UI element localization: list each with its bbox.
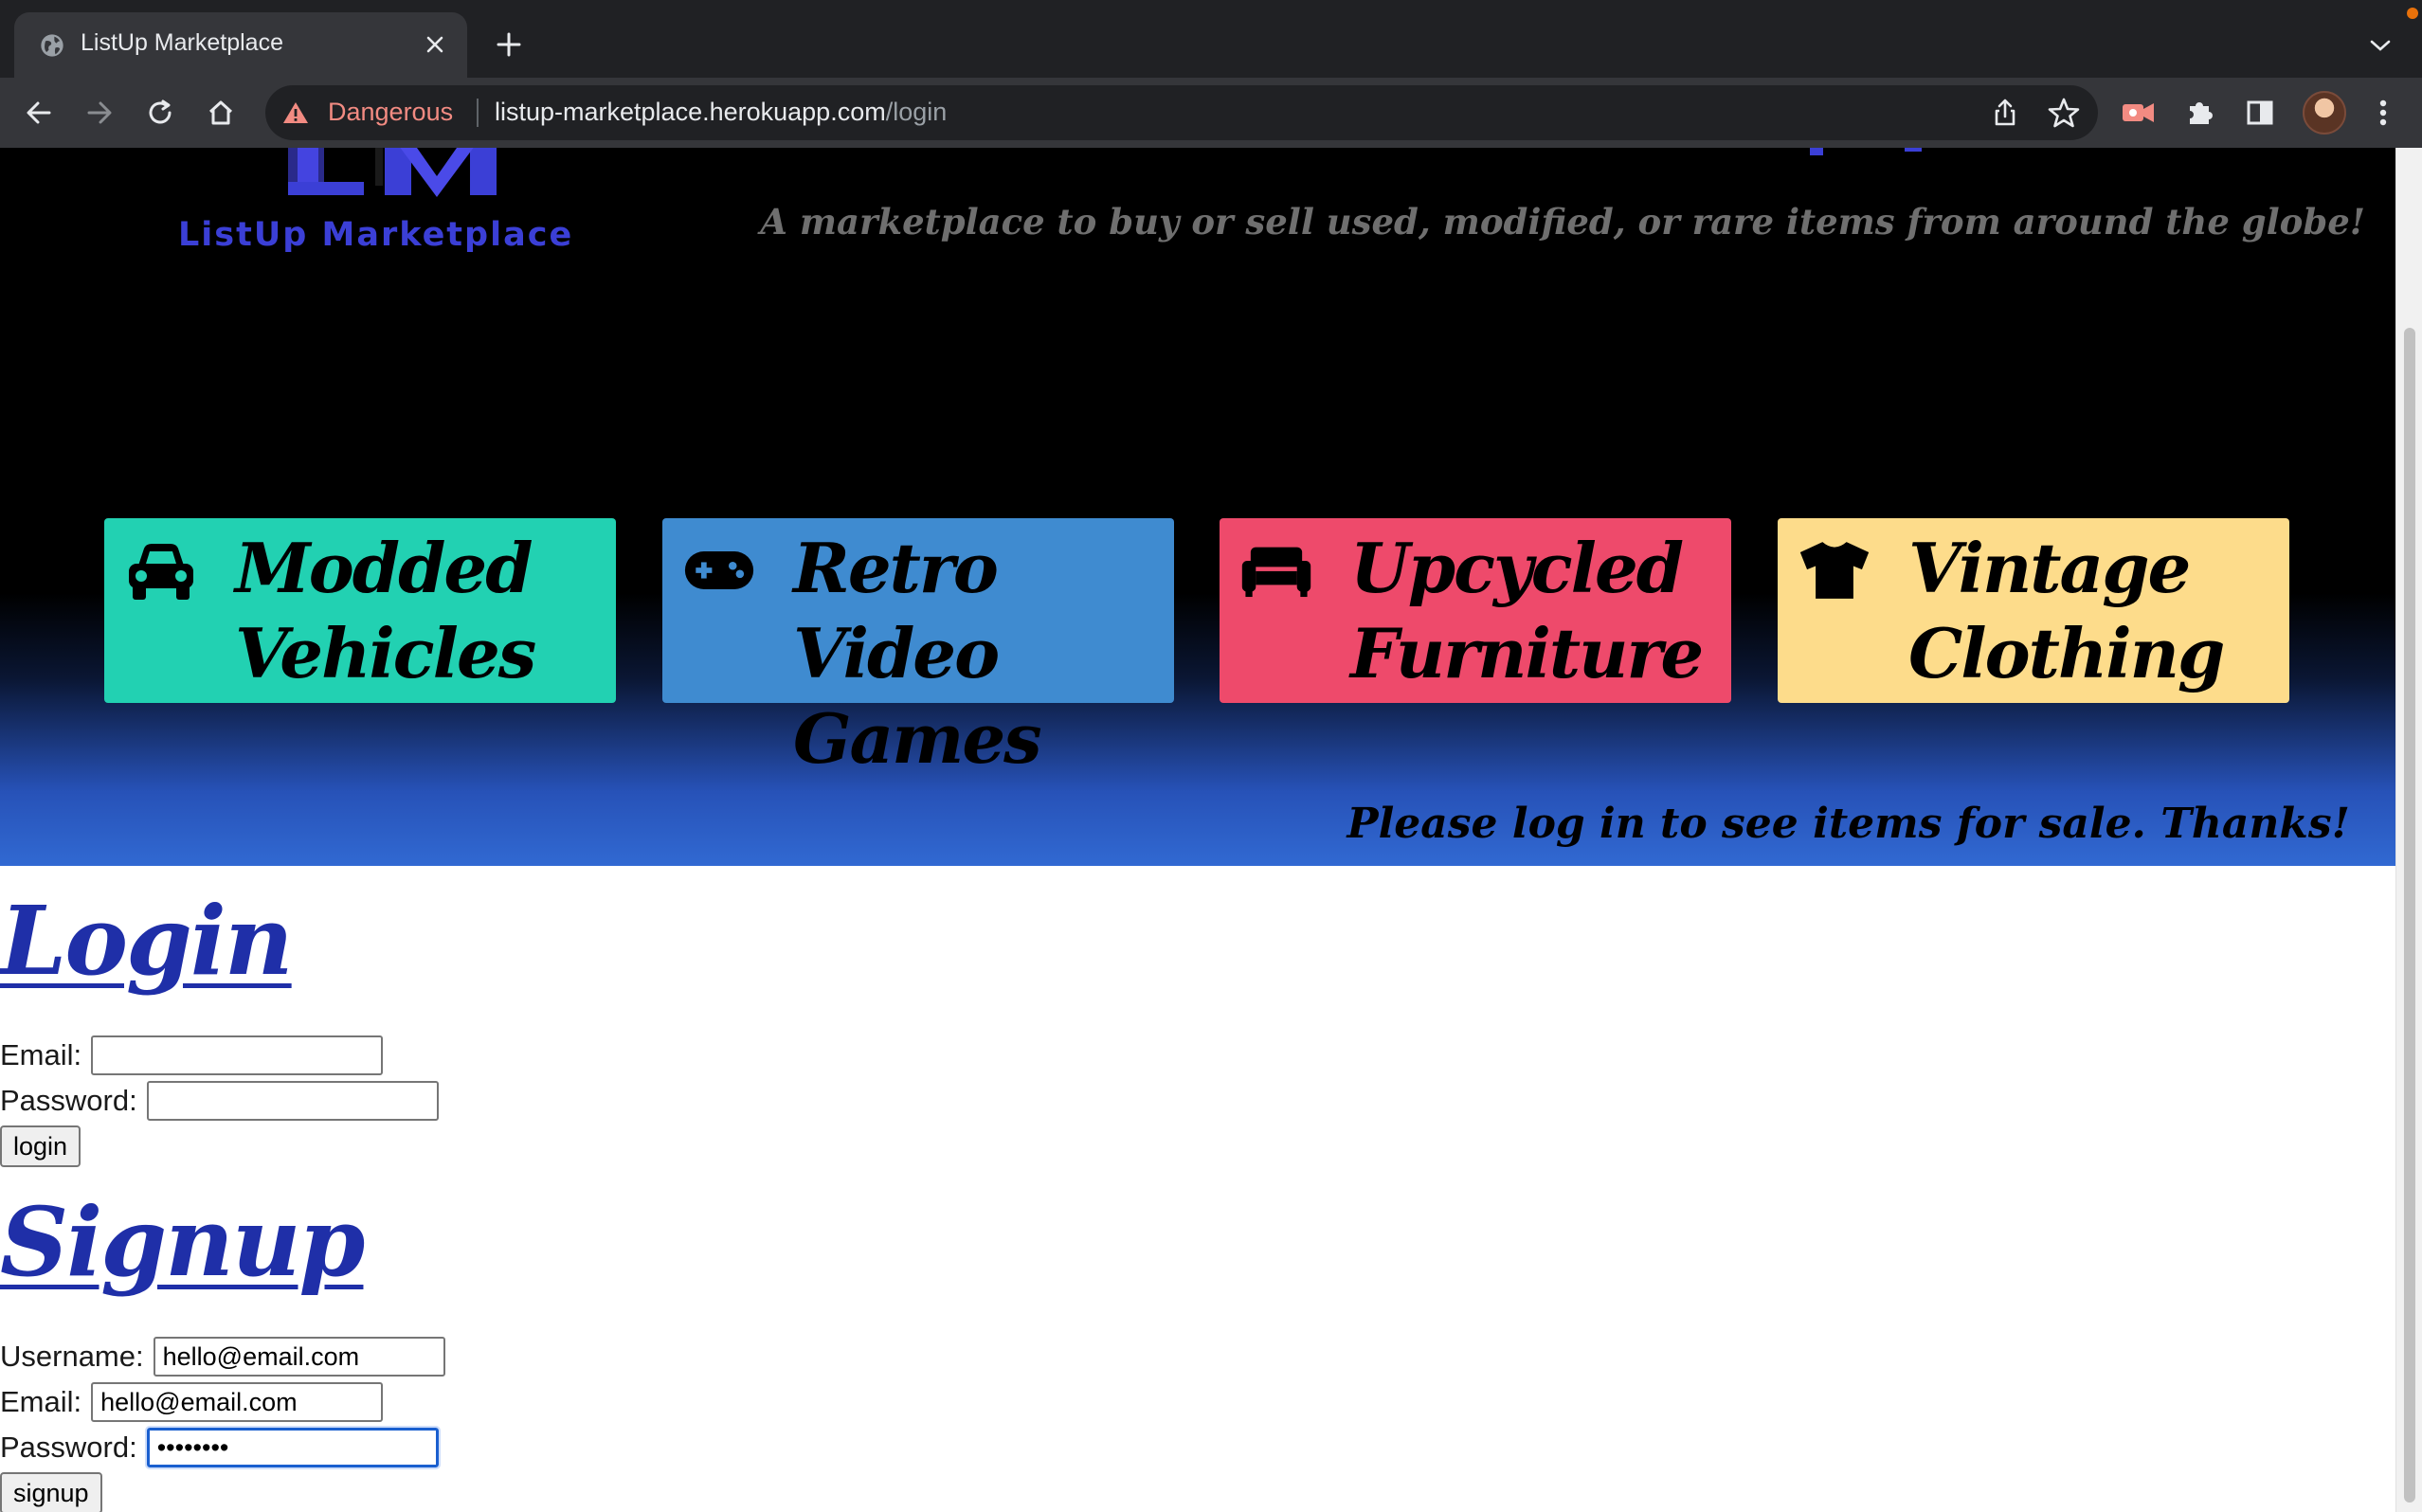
gamepad-icon bbox=[684, 551, 754, 589]
signup-password-field[interactable]: •••••••• bbox=[144, 1426, 441, 1469]
signup-email-label: Email: bbox=[0, 1385, 82, 1418]
close-icon[interactable] bbox=[418, 27, 452, 62]
forward-arrow-icon[interactable] bbox=[78, 91, 121, 135]
page-scrollbar[interactable] bbox=[2395, 148, 2422, 1512]
signup-email-field[interactable]: hello@email.com bbox=[91, 1382, 384, 1422]
signup-heading[interactable]: Signup bbox=[0, 1186, 365, 1298]
login-heading[interactable]: Login bbox=[0, 885, 294, 997]
browser-tab[interactable]: ListUp Marketplace bbox=[14, 12, 467, 78]
login-email-label: Email: bbox=[0, 1038, 82, 1071]
star-icon[interactable] bbox=[2047, 96, 2081, 130]
login-email-field[interactable] bbox=[91, 1035, 384, 1075]
category-modded-vehicles[interactable]: Modded Vehicles bbox=[104, 518, 616, 703]
page-viewport: ListUp Marketplace A marketplace to buy … bbox=[0, 148, 2395, 1512]
back-arrow-icon[interactable] bbox=[17, 91, 61, 135]
hero-banner: ListUp Marketplace A marketplace to buy … bbox=[0, 148, 2395, 866]
record-extension-icon[interactable] bbox=[2117, 91, 2160, 135]
category-label: Vintage Clothing bbox=[1908, 528, 2225, 693]
browser-toolbar: Dangerous listup-marketplace.herokuapp.c… bbox=[0, 78, 2422, 148]
kebab-menu-icon[interactable] bbox=[2361, 91, 2405, 135]
couch-icon bbox=[1241, 547, 1311, 598]
login-email-row: Email: bbox=[0, 1035, 384, 1076]
tshirt-icon bbox=[1799, 542, 1870, 599]
category-upcycled-furniture[interactable]: Upcycled Furniture bbox=[1220, 518, 1731, 703]
decorative-shape bbox=[1810, 148, 1922, 155]
category-label: Modded Vehicles bbox=[235, 528, 536, 693]
browser-tab-strip: ListUp Marketplace bbox=[0, 0, 2422, 78]
site-tagline: A marketplace to buy or sell used, modif… bbox=[760, 201, 2365, 243]
reload-icon[interactable] bbox=[138, 91, 182, 135]
security-status-label[interactable]: Dangerous bbox=[328, 98, 453, 127]
signup-password-row: Password: •••••••• bbox=[0, 1426, 441, 1469]
signup-email-row: Email: hello@email.com bbox=[0, 1381, 384, 1423]
share-icon[interactable] bbox=[1990, 98, 2020, 128]
globe-icon bbox=[41, 34, 63, 57]
logo-text[interactable]: ListUp Marketplace bbox=[178, 216, 573, 254]
plus-icon[interactable] bbox=[489, 25, 529, 64]
tab-title: ListUp Marketplace bbox=[81, 29, 283, 56]
warning-triangle-icon[interactable] bbox=[282, 100, 309, 125]
url-host: listup-marketplace.herokuapp.com bbox=[495, 98, 886, 126]
category-vintage-clothing[interactable]: Vintage Clothing bbox=[1778, 518, 2289, 703]
login-notice: Please log in to see items for sale. Tha… bbox=[1347, 800, 2350, 848]
category-label: Retro Video Games bbox=[793, 528, 1042, 779]
signup-button[interactable]: signup bbox=[0, 1472, 102, 1512]
profile-avatar[interactable] bbox=[2303, 91, 2346, 135]
signup-username-field[interactable]: hello@email.com bbox=[153, 1337, 445, 1377]
puzzle-icon[interactable] bbox=[2178, 91, 2221, 135]
login-password-label: Password: bbox=[0, 1084, 137, 1117]
signup-username-row: Username: hello@email.com bbox=[0, 1336, 445, 1377]
home-icon[interactable] bbox=[199, 91, 243, 135]
address-bar[interactable]: Dangerous listup-marketplace.herokuapp.c… bbox=[265, 85, 2098, 140]
logo-mark bbox=[288, 148, 497, 197]
signup-password-label: Password: bbox=[0, 1431, 137, 1464]
login-button[interactable]: login bbox=[0, 1125, 81, 1167]
scrollbar-thumb[interactable] bbox=[2404, 328, 2415, 1503]
category-retro-video-games[interactable]: Retro Video Games bbox=[662, 518, 1174, 779]
login-password-row: Password: bbox=[0, 1080, 439, 1122]
signup-username-label: Username: bbox=[0, 1340, 144, 1373]
tab-search-chevron-icon[interactable] bbox=[2361, 28, 2399, 63]
address-bar-divider bbox=[477, 99, 479, 127]
url-path: /login bbox=[885, 98, 948, 126]
url-text[interactable]: listup-marketplace.herokuapp.com/login bbox=[495, 98, 947, 127]
side-panel-icon[interactable] bbox=[2238, 91, 2282, 135]
login-password-field[interactable] bbox=[146, 1081, 439, 1121]
recording-indicator-icon bbox=[2407, 8, 2418, 19]
car-icon bbox=[129, 544, 193, 600]
category-label: Upcycled Furniture bbox=[1350, 528, 1704, 693]
